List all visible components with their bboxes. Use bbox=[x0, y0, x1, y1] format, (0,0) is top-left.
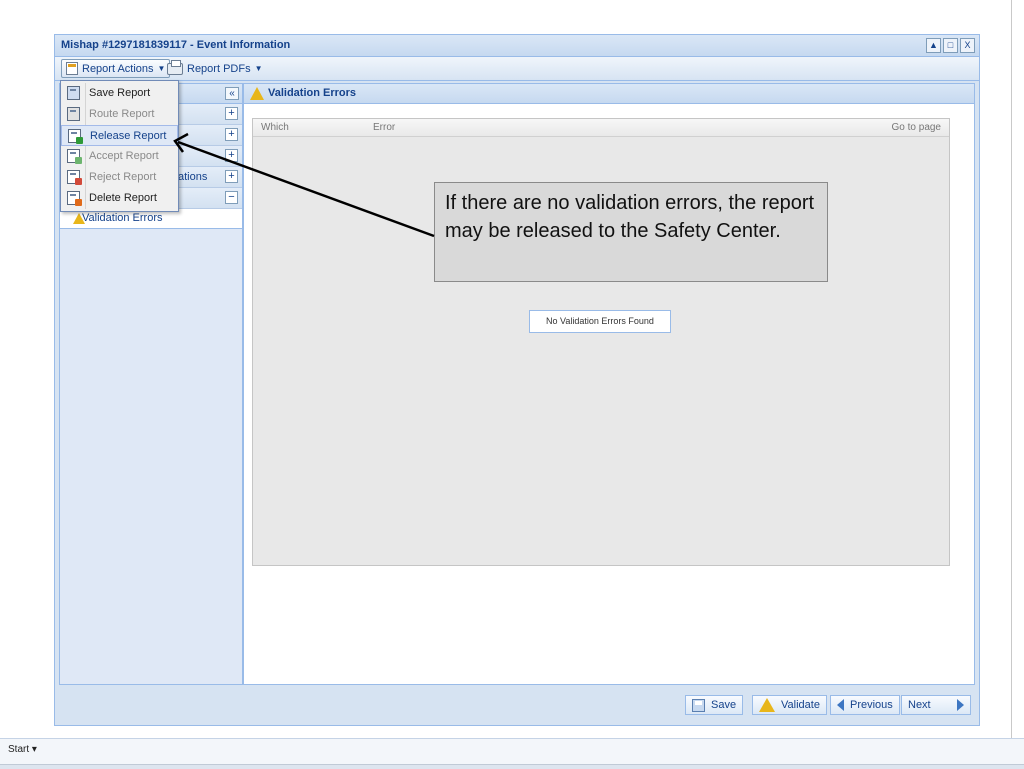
previous-button[interactable]: Previous bbox=[830, 695, 900, 715]
accept-report-icon bbox=[67, 149, 82, 164]
nav-section-label: ations bbox=[178, 171, 208, 183]
column-go-to-page[interactable]: Go to page bbox=[892, 122, 941, 133]
window-title: Mishap #129718183911​7 - Event Informati… bbox=[61, 39, 291, 51]
menu-item-save-report[interactable]: Save Report bbox=[61, 83, 178, 104]
start-button[interactable]: Start ▾ bbox=[8, 744, 37, 755]
expand-icon[interactable]: + bbox=[225, 170, 238, 183]
nav-item-label: Validation Errors bbox=[82, 212, 163, 224]
save-button[interactable]: Save bbox=[685, 695, 744, 715]
next-label: Next bbox=[908, 699, 931, 711]
dropdown-caret-icon: ▼ bbox=[254, 64, 263, 73]
printer-icon bbox=[167, 59, 183, 75]
column-which[interactable]: Which bbox=[261, 122, 289, 133]
validate-button[interactable]: Validate bbox=[752, 695, 827, 715]
expand-icon[interactable]: + bbox=[225, 128, 238, 141]
menu-item-label: Save Report bbox=[89, 87, 151, 99]
report-actions-button[interactable]: Report Actions ▼ bbox=[61, 59, 171, 78]
warning-icon bbox=[759, 698, 775, 712]
empty-grid-message: No Validation Errors Found bbox=[529, 310, 671, 333]
collapse-section-icon[interactable]: − bbox=[225, 191, 238, 204]
page-divider bbox=[1011, 0, 1012, 738]
expand-icon[interactable]: + bbox=[225, 107, 238, 120]
menu-item-label: Reject Report bbox=[89, 171, 157, 183]
menu-item-label: Delete Report bbox=[89, 192, 157, 204]
report-icon bbox=[66, 62, 78, 75]
event-information-window: Mishap #129718183911​7 - Event Informati… bbox=[54, 34, 980, 726]
validation-errors-panel: Validation Errors Which Error Go to page… bbox=[243, 83, 975, 685]
menu-item-label: Release Report bbox=[90, 130, 167, 142]
menu-item-route-report[interactable]: Route Report bbox=[61, 104, 178, 125]
column-error[interactable]: Error bbox=[373, 122, 395, 133]
validation-errors-header: Validation Errors bbox=[244, 84, 974, 104]
nav-item-validation-errors[interactable]: Validation Errors bbox=[60, 209, 242, 229]
menu-item-label: Accept Report bbox=[89, 150, 159, 162]
warning-icon bbox=[250, 87, 264, 100]
grid-header: Which Error Go to page bbox=[253, 119, 949, 137]
collapse-window-icon[interactable]: ▲ bbox=[926, 38, 941, 53]
report-pdfs-button[interactable]: Report PDFs ▼ bbox=[163, 59, 267, 78]
menu-item-accept-report[interactable]: Accept Report bbox=[61, 146, 178, 167]
report-pdfs-label: Report PDFs bbox=[187, 62, 251, 75]
window-toolbar: Report Actions ▼ Report PDFs ▼ bbox=[55, 57, 979, 81]
next-button[interactable]: Next bbox=[901, 695, 971, 715]
delete-report-icon bbox=[67, 191, 82, 206]
window-header: Mishap #129718183911​7 - Event Informati… bbox=[55, 35, 979, 57]
report-actions-menu: Save Report Route Report Release Report … bbox=[60, 80, 179, 212]
maximize-window-icon[interactable]: □ bbox=[943, 38, 958, 53]
save-icon bbox=[692, 698, 705, 712]
previous-label: Previous bbox=[850, 699, 893, 711]
window-tools: ▲ □ X bbox=[926, 38, 975, 53]
warning-icon bbox=[73, 213, 85, 224]
save-label: Save bbox=[711, 699, 737, 711]
menu-item-delete-report[interactable]: Delete Report bbox=[61, 188, 178, 209]
arrow-right-icon bbox=[957, 699, 964, 711]
menu-item-release-report[interactable]: Release Report bbox=[61, 125, 178, 146]
bottom-button-bar: Save Validate Previous Next bbox=[59, 687, 975, 721]
close-window-icon[interactable]: X bbox=[960, 38, 975, 53]
report-actions-label: Report Actions bbox=[82, 62, 154, 75]
save-report-icon bbox=[67, 86, 80, 100]
validate-label: Validate bbox=[781, 699, 820, 711]
taskbar: Start ▾ bbox=[0, 738, 1024, 769]
release-report-icon bbox=[68, 129, 83, 144]
reject-report-icon bbox=[67, 170, 82, 185]
route-report-icon bbox=[67, 107, 80, 121]
taskbar-strip bbox=[0, 764, 1024, 769]
collapse-panel-icon[interactable]: « bbox=[225, 87, 239, 100]
expand-icon[interactable]: + bbox=[225, 149, 238, 162]
panel-title: Validation Errors bbox=[268, 87, 357, 99]
arrow-left-icon bbox=[837, 699, 844, 711]
menu-item-label: Route Report bbox=[89, 108, 155, 120]
menu-item-reject-report[interactable]: Reject Report bbox=[61, 167, 178, 188]
annotation-callout: If there are no validation errors, the r… bbox=[434, 182, 828, 282]
